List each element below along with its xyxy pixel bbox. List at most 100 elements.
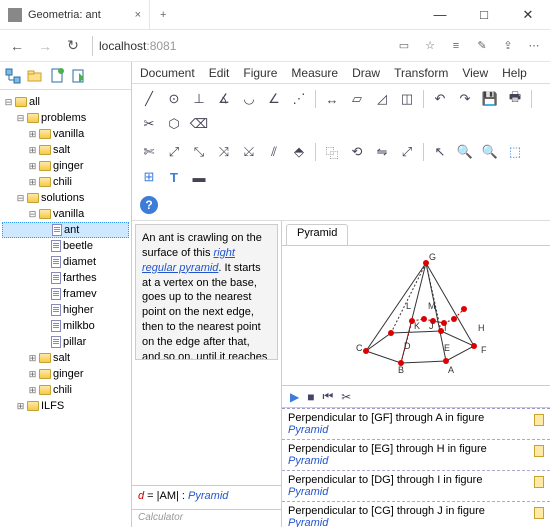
back-button[interactable]: ← — [8, 38, 26, 54]
tree-node-chili[interactable]: ⊞chili — [2, 174, 129, 190]
step-row[interactable]: Perpendicular to [EG] through H in figur… — [282, 440, 550, 471]
steps-list[interactable]: Perpendicular to [GF] through A in figur… — [282, 408, 550, 527]
redo-icon[interactable]: ↷ — [454, 88, 476, 110]
point-tool-icon[interactable]: ⊙ — [163, 88, 185, 110]
url-field[interactable]: localhost:8081 — [92, 36, 386, 56]
twisty-icon[interactable]: ⊟ — [16, 193, 25, 204]
notes-icon[interactable]: ✎ — [474, 39, 490, 52]
cut-plane-icon[interactable]: ⫽ — [263, 141, 285, 163]
figure-canvas[interactable]: GCBAFHEDLMKJI — [282, 246, 550, 386]
tree-node-framev[interactable]: framev — [2, 286, 129, 302]
rotate-icon[interactable]: ⟲ — [346, 141, 368, 163]
tree-node-diamet[interactable]: diamet — [2, 254, 129, 270]
erase-tool-icon[interactable]: ⌫ — [188, 113, 210, 135]
tree-node-vanilla[interactable]: ⊟vanilla — [2, 206, 129, 222]
twisty-icon[interactable]: ⊞ — [28, 145, 37, 156]
tree-icon[interactable] — [4, 67, 22, 85]
zoom-in-icon[interactable]: 🔍 — [454, 141, 476, 163]
calculator-field[interactable]: Calculator — [132, 509, 281, 527]
file-tree[interactable]: ⊟all⊟problems⊞vanilla⊞salt⊞ginger⊞chili⊟… — [0, 90, 131, 527]
tree-node-higher[interactable]: higher — [2, 302, 129, 318]
hub-icon[interactable]: ≡ — [448, 40, 464, 52]
tree-node-beetle[interactable]: beetle — [2, 238, 129, 254]
zoom-out-icon[interactable]: 🔍 — [479, 141, 501, 163]
new-tab-button[interactable]: + — [150, 9, 176, 21]
more-icon[interactable]: ⋯ — [526, 39, 542, 52]
menu-draw[interactable]: Draw — [352, 66, 380, 80]
area-tool-icon[interactable]: ▱ — [346, 88, 368, 110]
step-row[interactable]: Perpendicular to [GF] through A in figur… — [282, 409, 550, 440]
help-button[interactable]: ? — [138, 194, 160, 216]
twisty-icon[interactable]: ⊞ — [28, 129, 37, 140]
mirror-icon[interactable]: ⇋ — [371, 141, 393, 163]
length-tool-icon[interactable]: ↔ — [321, 88, 343, 110]
copy-icon[interactable]: ⿻ — [321, 141, 343, 163]
cut-h-icon[interactable]: ⤩ — [238, 141, 260, 163]
menu-measure[interactable]: Measure — [291, 66, 338, 80]
segment-tool-icon[interactable]: ╱ — [138, 88, 160, 110]
cut-step-icon[interactable]: ✂ — [341, 390, 351, 404]
save-icon[interactable]: 💾 — [479, 88, 501, 110]
tree-node-salt[interactable]: ⊞salt — [2, 350, 129, 366]
twisty-icon[interactable]: ⊞ — [28, 369, 37, 380]
bisector-tool-icon[interactable]: ∠ — [263, 88, 285, 110]
twisty-icon[interactable]: ⊟ — [16, 113, 25, 124]
step-row[interactable]: Perpendicular to [DG] through I in figur… — [282, 471, 550, 502]
tree-node-ginger[interactable]: ⊞ginger — [2, 366, 129, 382]
twisty-icon[interactable]: ⊞ — [28, 177, 37, 188]
midpoint-tool-icon[interactable]: ◡ — [238, 88, 260, 110]
stop-button[interactable]: ■ — [307, 390, 314, 404]
view-wireframe-icon[interactable]: ⊞ — [138, 166, 160, 188]
tab-close-icon[interactable]: × — [135, 9, 141, 21]
browser-tab[interactable]: Geometria: ant × — [0, 0, 150, 29]
tree-node-ILFS[interactable]: ⊞ILFS — [2, 398, 129, 414]
cut-tool-icon[interactable]: ✂ — [138, 113, 160, 135]
tree-node-solutions[interactable]: ⊟solutions — [2, 190, 129, 206]
step-row[interactable]: Perpendicular to [CG] through J in figur… — [282, 502, 550, 527]
twisty-icon[interactable]: ⊞ — [28, 161, 37, 172]
intersect-tool-icon[interactable]: ∡ — [213, 88, 235, 110]
new-folder-icon[interactable] — [26, 67, 44, 85]
refresh-button[interactable]: ↻ — [64, 37, 82, 54]
forward-button[interactable]: → — [36, 38, 54, 54]
twisty-icon[interactable]: ⊟ — [4, 97, 13, 108]
twisty-icon[interactable]: ⊟ — [28, 209, 37, 220]
view-cube-icon[interactable]: ⬚ — [504, 141, 526, 163]
twisty-icon[interactable]: ⊞ — [16, 401, 25, 412]
cut-line-icon[interactable]: ⤢ — [163, 141, 185, 163]
reading-view-icon[interactable]: ▭ — [396, 39, 412, 52]
new-file-icon[interactable] — [48, 67, 66, 85]
tree-node-vanilla[interactable]: ⊞vanilla — [2, 126, 129, 142]
angle-tool-icon[interactable]: ◿ — [371, 88, 393, 110]
tab-pyramid[interactable]: Pyramid — [286, 224, 348, 245]
tree-node-problems[interactable]: ⊟problems — [2, 110, 129, 126]
cut-solid-icon[interactable]: ⬘ — [288, 141, 310, 163]
join-tool-icon[interactable]: ⬡ — [163, 113, 185, 135]
menu-figure[interactable]: Figure — [243, 66, 277, 80]
tree-node-pillar[interactable]: pillar — [2, 334, 129, 350]
menu-help[interactable]: Help — [502, 66, 527, 80]
perpendicular-tool-icon[interactable]: ⊥ — [188, 88, 210, 110]
color-tool-icon[interactable]: ▬ — [188, 166, 210, 188]
twisty-icon[interactable]: ⊞ — [28, 353, 37, 364]
window-minimize-button[interactable]: — — [418, 0, 462, 30]
divide-tool-icon[interactable]: ⋰ — [288, 88, 310, 110]
tree-node-ginger[interactable]: ⊞ginger — [2, 158, 129, 174]
scissors-icon[interactable]: ✄ — [138, 141, 160, 163]
menu-document[interactable]: Document — [140, 66, 195, 80]
window-close-button[interactable]: ✕ — [506, 0, 550, 30]
menu-transform[interactable]: Transform — [394, 66, 448, 80]
select-icon[interactable]: ↖ — [429, 141, 451, 163]
cut-v-icon[interactable]: ⤨ — [213, 141, 235, 163]
import-icon[interactable] — [70, 67, 88, 85]
tree-node-all[interactable]: ⊟all — [2, 94, 129, 110]
tree-node-ant[interactable]: ant — [2, 222, 129, 238]
cut-angle-icon[interactable]: ⤡ — [188, 141, 210, 163]
undo-icon[interactable]: ↶ — [429, 88, 451, 110]
play-button[interactable]: ▶ — [290, 390, 299, 404]
tree-node-milkbo[interactable]: milkbo — [2, 318, 129, 334]
menu-view[interactable]: View — [462, 66, 488, 80]
menu-edit[interactable]: Edit — [209, 66, 230, 80]
twisty-icon[interactable]: ⊞ — [28, 385, 37, 396]
favorite-icon[interactable]: ☆ — [422, 39, 438, 52]
